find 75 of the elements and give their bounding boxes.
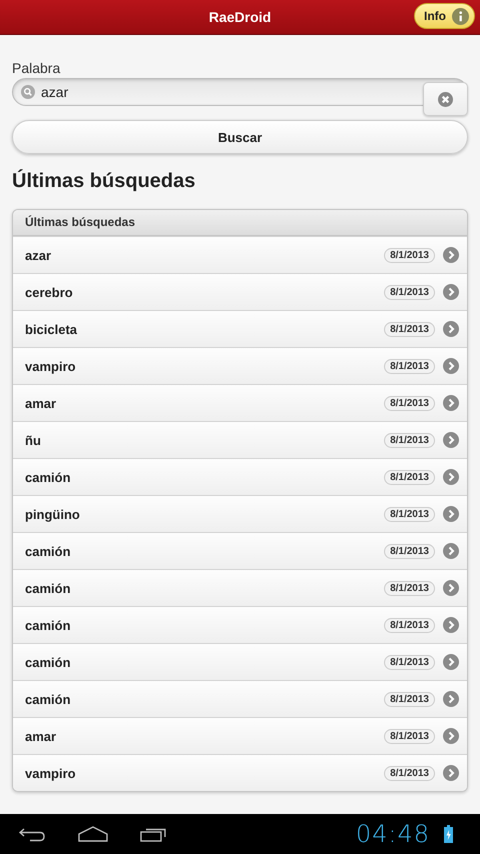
date-badge: 8/1/2013	[384, 692, 435, 706]
date-badge: 8/1/2013	[384, 284, 435, 300]
word-text: amar	[25, 728, 58, 744]
chevron-icon	[443, 469, 459, 485]
app-title: RaeDroid	[208, 9, 272, 25]
info-icon	[452, 8, 469, 24]
history-item[interactable]: camión 8/1/2013	[13, 532, 467, 569]
close-icon	[438, 92, 453, 106]
date-badge: 8/1/2013	[384, 432, 435, 448]
chevron-icon	[443, 617, 459, 633]
chevron-icon	[443, 321, 459, 337]
chevron-icon	[443, 247, 459, 263]
chevron-icon	[443, 358, 459, 374]
field-label: Palabra	[12, 60, 60, 76]
search-icon	[21, 85, 35, 99]
date-badge: 8/1/2013	[384, 248, 435, 262]
date-badge: 8/1/2013	[384, 544, 435, 558]
date-badge: 8/1/2013	[384, 618, 435, 632]
date-badge: 8/1/2013	[384, 470, 435, 484]
date-badge: 8/1/2013	[384, 396, 435, 410]
history-item[interactable]: bicicleta 8/1/2013	[13, 310, 467, 347]
search-button[interactable]: Buscar	[12, 120, 468, 154]
history-item[interactable]: camión 8/1/2013	[13, 643, 467, 680]
word-text: bicicleta	[25, 322, 78, 336]
word-text: camión	[25, 692, 72, 706]
history-item[interactable]: ñu 8/1/2013	[13, 421, 467, 458]
chevron-icon	[443, 728, 459, 744]
clear-button[interactable]	[423, 82, 468, 116]
word-text: vampiro	[25, 358, 77, 374]
date-badge: 8/1/2013	[384, 506, 435, 522]
word-text: camión	[25, 654, 72, 670]
chevron-icon	[443, 691, 459, 707]
clock-text: 04:48	[356, 820, 430, 848]
word-text: azar	[25, 248, 52, 262]
history-item[interactable]: camión 8/1/2013	[13, 606, 467, 643]
history-item[interactable]: cerebro 8/1/2013	[13, 273, 467, 310]
chevron-icon	[443, 506, 459, 522]
chevron-icon	[443, 284, 459, 300]
battery-icon	[444, 825, 453, 843]
date-badge: 8/1/2013	[384, 728, 435, 744]
word-text: pingüino	[25, 506, 81, 522]
history-item[interactable]: pingüino 8/1/2013	[13, 495, 467, 532]
home-icon[interactable]	[78, 826, 108, 842]
history-item[interactable]: camión 8/1/2013	[13, 680, 467, 717]
chevron-icon	[443, 395, 459, 411]
history-item[interactable]: vampiro 8/1/2013	[13, 754, 467, 791]
word-text: camión	[25, 544, 72, 558]
date-badge: 8/1/2013	[384, 322, 435, 336]
word-text: amar	[25, 396, 58, 410]
chevron-icon	[443, 765, 459, 781]
date-badge: 8/1/2013	[384, 580, 435, 596]
info-button[interactable]: Info	[414, 3, 475, 29]
date-badge: 8/1/2013	[384, 358, 435, 374]
history-item[interactable]: amar 8/1/2013	[13, 717, 467, 754]
chevron-icon	[443, 432, 459, 448]
chevron-icon	[443, 654, 459, 670]
date-badge: 8/1/2013	[384, 654, 435, 670]
word-text: ñu	[25, 432, 42, 448]
history-item[interactable]: camión 8/1/2013	[13, 458, 467, 495]
chevron-icon	[443, 580, 459, 596]
date-badge: 8/1/2013	[384, 766, 435, 780]
back-icon[interactable]	[18, 826, 46, 842]
word-text: vampiro	[25, 766, 77, 780]
recent-apps-icon[interactable]	[140, 826, 168, 842]
word-text: camión	[25, 580, 72, 596]
word-text: camión	[25, 470, 72, 484]
chevron-icon	[443, 543, 459, 559]
word-text: cerebro	[25, 284, 74, 300]
history-item[interactable]: vampiro 8/1/2013	[13, 347, 467, 384]
section-heading: Últimas búsquedas	[12, 170, 196, 193]
history-item[interactable]: azar 8/1/2013	[13, 236, 467, 273]
word-text: camión	[25, 618, 72, 632]
history-item[interactable]: camión 8/1/2013	[13, 569, 467, 606]
list-header: Últimas búsquedas	[13, 210, 467, 236]
history-item[interactable]: amar 8/1/2013	[13, 384, 467, 421]
